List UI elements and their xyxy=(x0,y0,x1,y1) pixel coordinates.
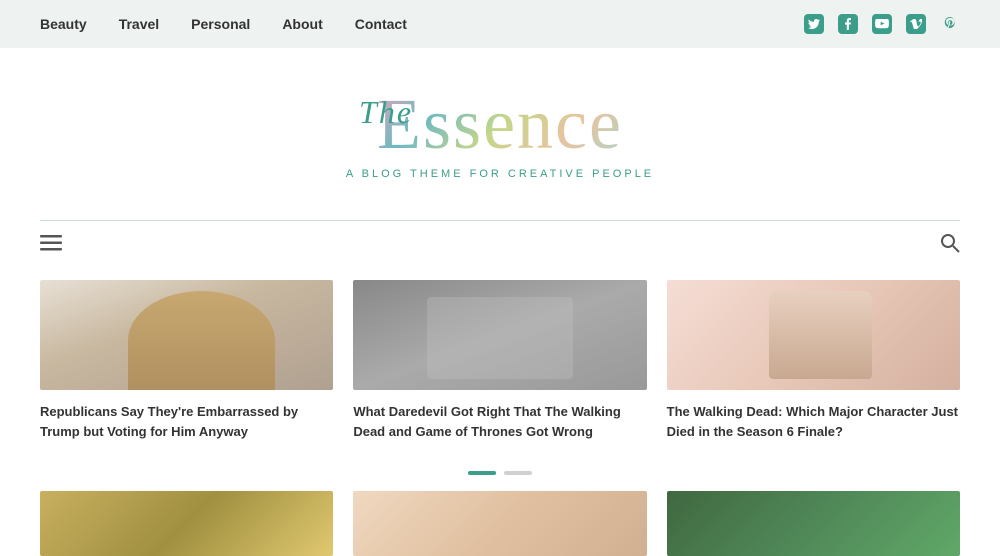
article-thumb-3 xyxy=(667,280,960,390)
toolbar xyxy=(0,221,1000,270)
nav-about[interactable]: About xyxy=(282,16,322,32)
nav-beauty[interactable]: Beauty xyxy=(40,16,87,32)
nav-contact[interactable]: Contact xyxy=(355,16,407,32)
facebook-icon[interactable] xyxy=(838,14,858,34)
bottom-row xyxy=(0,491,1000,556)
nav-travel[interactable]: Travel xyxy=(119,16,159,32)
pinterest-icon[interactable] xyxy=(940,14,960,34)
article-thumb-1 xyxy=(40,280,333,390)
nav-personal[interactable]: Personal xyxy=(191,16,250,32)
search-button[interactable] xyxy=(940,233,960,258)
site-tagline: A BLOG THEME FOR CREATIVE PEOPLE xyxy=(0,168,1000,180)
twitter-icon[interactable] xyxy=(804,14,824,34)
article-title-3: The Walking Dead: Which Major Character … xyxy=(667,402,960,441)
menu-button[interactable] xyxy=(40,234,62,257)
pagination xyxy=(0,461,1000,491)
article-title-1: Republicans Say They're Embarrassed by T… xyxy=(40,402,333,441)
article-card-2: What Daredevil Got Right That The Walkin… xyxy=(353,280,646,441)
vimeo-icon[interactable] xyxy=(906,14,926,34)
article-title-2: What Daredevil Got Right That The Walkin… xyxy=(353,402,646,441)
article-card-3: The Walking Dead: Which Major Character … xyxy=(667,280,960,441)
nav-links: Beauty Travel Personal About Contact xyxy=(40,16,407,32)
article-card-1: Republicans Say They're Embarrassed by T… xyxy=(40,280,333,441)
bottom-thumb-1 xyxy=(40,491,333,556)
site-title: The Essence xyxy=(377,88,623,160)
youtube-icon[interactable] xyxy=(872,14,892,34)
bottom-thumb-3 xyxy=(667,491,960,556)
bottom-thumb-2 xyxy=(353,491,646,556)
article-thumb-2 xyxy=(353,280,646,390)
social-icons xyxy=(804,14,960,34)
pagination-dot-2[interactable] xyxy=(504,471,532,475)
title-the: The xyxy=(359,96,413,128)
main-nav: Beauty Travel Personal About Contact xyxy=(0,0,1000,48)
site-header: The Essence A BLOG THEME FOR CREATIVE PE… xyxy=(0,48,1000,200)
articles-row: Republicans Say They're Embarrassed by T… xyxy=(0,270,1000,461)
pagination-dot-1[interactable] xyxy=(468,471,496,475)
title-main: Essence xyxy=(377,84,623,164)
